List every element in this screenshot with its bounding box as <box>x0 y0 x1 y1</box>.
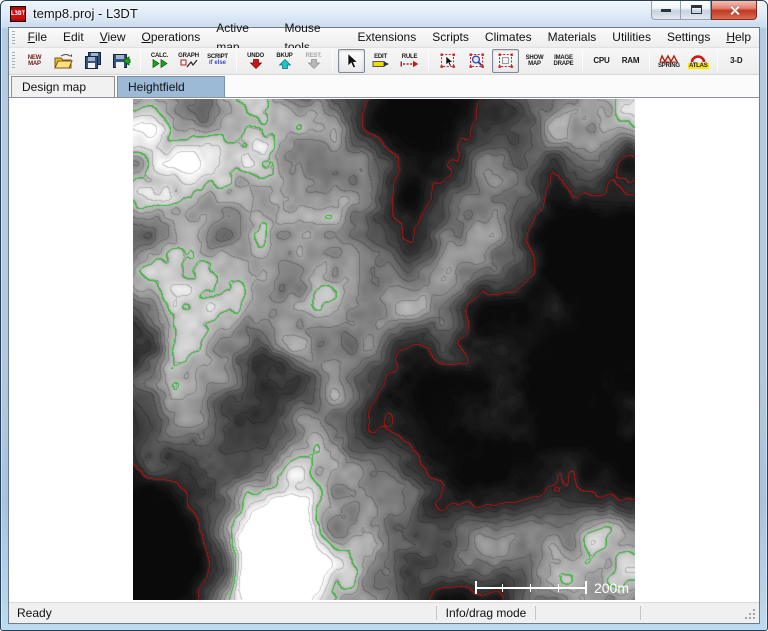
undo-button[interactable]: UNDO <box>242 49 269 73</box>
select-pointer-button[interactable] <box>434 49 461 73</box>
select-zoom-button[interactable] <box>463 49 490 73</box>
menu-settings[interactable]: Settings <box>659 28 718 47</box>
map-view-area: 200m <box>9 97 759 602</box>
image-drape-label-2: DRAPE <box>553 61 573 67</box>
toolbar-separator <box>140 50 141 71</box>
show-map-label-2: MAP <box>528 61 541 67</box>
calc-arrows-icon <box>152 59 168 68</box>
spring-label: SPRING <box>658 63 680 69</box>
edit-marker-icon <box>372 60 390 68</box>
status-bar: Ready Info/drag mode <box>9 602 759 623</box>
menu-extensions[interactable]: Extensions <box>350 28 425 47</box>
backup-arrow-icon <box>278 59 292 69</box>
image-drape-button[interactable]: IMAGE DRAPE <box>550 49 577 73</box>
selection-box-icon <box>497 52 515 69</box>
menu-scripts[interactable]: Scripts <box>424 28 477 47</box>
menu-materials[interactable]: Materials <box>540 28 605 47</box>
ram-label: RAM <box>622 56 640 65</box>
menu-edit[interactable]: Edit <box>55 28 92 47</box>
status-ready: Ready <box>9 603 436 623</box>
toolbar-separator <box>332 50 333 71</box>
menu-climates[interactable]: Climates <box>477 28 540 47</box>
pointer-tool-button[interactable] <box>338 49 365 73</box>
new-map-button[interactable]: NEW MAP <box>21 49 48 73</box>
open-folder-icon <box>54 53 74 69</box>
save-icon <box>112 53 131 69</box>
new-map-label-2: MAP <box>28 61 41 67</box>
map-scale: 200m <box>475 581 629 595</box>
minimize-button[interactable] <box>651 1 681 20</box>
cpu-label: CPU <box>593 56 609 65</box>
app-logo-icon: L3DT <box>10 6 26 22</box>
toolbar-separator <box>428 50 429 71</box>
heightfield-map[interactable]: 200m <box>133 99 635 600</box>
menu-operations[interactable]: Operations <box>134 28 209 47</box>
resize-grip[interactable] <box>745 609 755 619</box>
menu-view[interactable]: View <box>92 28 134 47</box>
app-window: File Edit View Operations Active map Mou… <box>8 27 760 624</box>
ram-button[interactable]: RAM <box>617 49 644 73</box>
status-pane-empty <box>641 603 759 623</box>
menu-bar: File Edit View Operations Active map Mou… <box>9 28 759 48</box>
menu-file[interactable]: File <box>20 28 55 47</box>
atlas-button[interactable]: ATLAS <box>685 49 712 73</box>
toolbar-separator <box>717 50 718 71</box>
undo-arrow-icon <box>249 59 263 69</box>
selection-pointer-icon <box>439 52 457 69</box>
select-region-button[interactable] <box>492 49 519 73</box>
three-d-label: 3-D <box>730 56 742 65</box>
backup-button[interactable]: BKUP <box>271 49 298 73</box>
map-tab-bar: Design map Heightfield <box>9 75 759 97</box>
rule-arrow-icon <box>400 60 419 68</box>
save-project-button[interactable] <box>108 49 135 73</box>
toolbar-separator <box>582 50 583 71</box>
heightfield-canvas[interactable] <box>133 99 635 600</box>
restore-arrow-icon <box>307 59 321 69</box>
maximize-icon <box>691 5 702 14</box>
cpu-button[interactable]: CPU <box>588 49 615 73</box>
scale-bar-icon <box>475 581 587 594</box>
rule-tool-button[interactable]: RULE <box>396 49 423 73</box>
status-mouse-mode: Info/drag mode <box>437 603 535 623</box>
graph-button[interactable]: GRAPH <box>175 49 202 73</box>
close-icon <box>729 5 740 16</box>
toolbar-grip[interactable] <box>12 52 15 70</box>
edit-tool-button[interactable]: EDIT <box>367 49 394 73</box>
tab-design-map[interactable]: Design map <box>11 76 115 97</box>
save-all-icon <box>84 52 102 69</box>
toolbar-separator <box>649 50 650 71</box>
spring-button[interactable]: SPRING <box>655 49 683 73</box>
atlas-label: ATLAS <box>688 63 709 69</box>
minimize-icon <box>661 9 671 12</box>
pointer-cursor-icon <box>345 53 358 69</box>
window-title: temp8.proj - L3DT <box>33 6 138 21</box>
maximize-button[interactable] <box>681 1 711 20</box>
close-button[interactable] <box>711 1 757 20</box>
atlas-logo-icon <box>690 53 706 63</box>
selection-zoom-icon <box>468 52 486 69</box>
menu-utilities[interactable]: Utilities <box>604 28 659 47</box>
window-controls <box>651 1 757 20</box>
calc-button[interactable]: CALC. <box>146 49 173 73</box>
tab-heightfield[interactable]: Heightfield <box>117 76 225 97</box>
spring-icon <box>659 53 679 63</box>
status-pane-empty <box>536 603 640 623</box>
script-sub-label: if else <box>209 60 226 67</box>
restore-button: REST. <box>300 49 327 73</box>
three-d-button[interactable]: 3-D <box>723 49 750 73</box>
scale-label: 200m <box>594 581 629 595</box>
toolbar-separator <box>236 50 237 71</box>
tool-bar: NEW MAP <box>9 48 759 75</box>
script-button[interactable]: SCRIPT if else <box>204 49 231 73</box>
save-all-button[interactable] <box>79 49 106 73</box>
graph-icon <box>180 59 198 68</box>
menubar-grip[interactable] <box>12 31 15 45</box>
show-map-button[interactable]: SHOW MAP <box>521 49 548 73</box>
menu-help[interactable]: Help <box>718 28 759 47</box>
open-project-button[interactable] <box>50 49 77 73</box>
title-bar[interactable]: L3DT temp8.proj - L3DT <box>0 0 768 27</box>
